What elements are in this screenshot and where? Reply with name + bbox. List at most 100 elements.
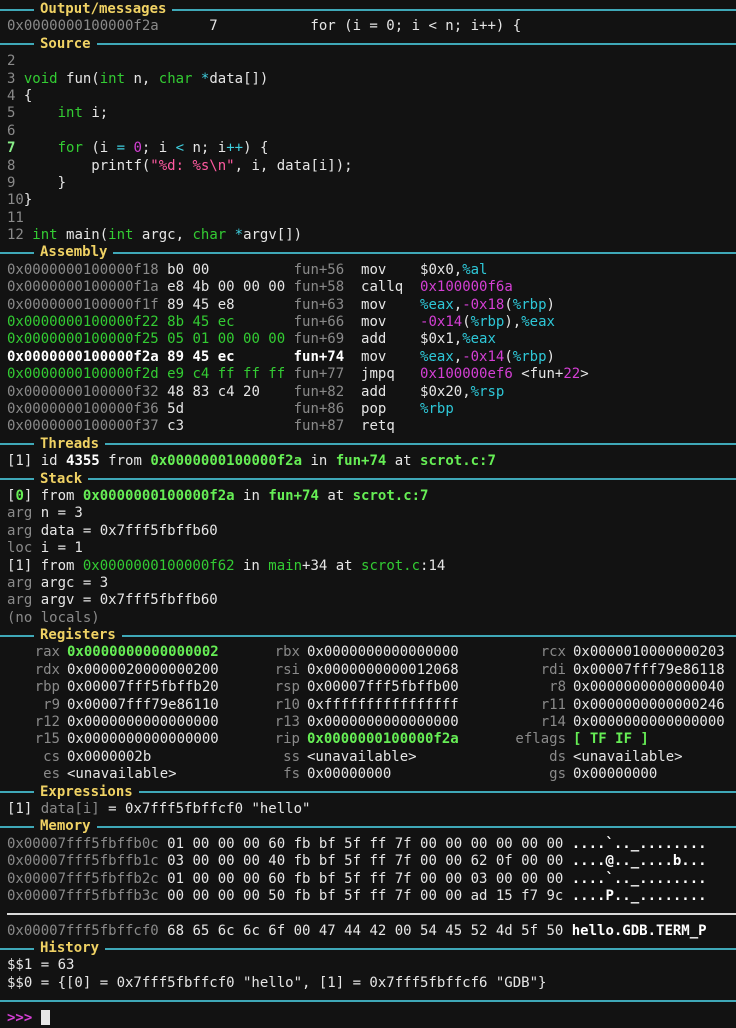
prompt-separator	[0, 992, 736, 1009]
asm-operand: $0x20,	[420, 383, 471, 400]
text-segment: data = 0x7fff5fbffb60	[40, 522, 218, 539]
source-line: 11	[0, 210, 736, 227]
code-token: }	[23, 192, 33, 209]
asm-operand: ,	[453, 296, 463, 313]
section-header-memory: Memory	[0, 818, 736, 835]
line-number: 2	[7, 53, 16, 70]
asm-bytes: 8b 45 ec	[167, 314, 294, 331]
code-token: char	[158, 70, 193, 87]
asm-location: fun+58	[293, 279, 362, 296]
text-segment: arg	[7, 522, 41, 539]
asm-operand: <fun+	[512, 366, 564, 383]
asm-operand: %rbp	[512, 348, 547, 365]
text-segment: i = 1	[40, 540, 83, 557]
asm-operand: )	[546, 348, 555, 365]
stack-pane: [0] from 0x0000000100000f2a in fun+74 at…	[0, 488, 736, 627]
memory-ascii: ....P.._........	[571, 887, 707, 904]
asm-operand: 0x100000f6a	[420, 279, 513, 296]
memory-hex: 01 00 00 00 60 fb bf 5f ff 7f 00 00 03 0…	[167, 870, 572, 887]
source-line: 8 printf("%d: %s\n", i, data[i]);	[0, 158, 736, 175]
assembly-row: 0x0000000100000f18 b0 00 fun+56 mov $0x0…	[0, 262, 736, 279]
code-token: n,	[125, 70, 159, 87]
text-segment: [1] from	[7, 557, 83, 574]
stack-line: (no locals)	[0, 610, 736, 627]
register-value: 0x0000000100000f2a	[307, 731, 459, 748]
history-text: $$0 = {[0] = 0x7fff5fbffcf0 "hello", [1]…	[7, 974, 547, 991]
memory-ascii: ....`.._........	[571, 870, 707, 887]
threads-pane: [1] id 4355 from 0x0000000100000f2a in f…	[0, 453, 736, 470]
asm-bytes: b0 00	[167, 261, 294, 278]
register-name: r14	[540, 714, 566, 731]
asm-opcode: pop	[361, 400, 421, 417]
register-value: 0x00007fff5fbffb00	[307, 679, 459, 696]
register-name: rdi	[540, 661, 566, 678]
text-segment: (no locals)	[7, 609, 100, 626]
register-value: 0x0000000000012068	[307, 661, 459, 678]
memory-row: 0x00007fff5fbffcf0 68 65 6c 6c 6f 00 47 …	[0, 923, 736, 940]
memory-row: 0x00007fff5fbffb0c 01 00 00 00 60 fb bf …	[0, 836, 736, 853]
register-name: eflags	[515, 731, 566, 748]
text-segment: 4355	[66, 453, 100, 470]
asm-operand: $0x1,	[420, 331, 463, 348]
output-text: 7 for (i = 0; i < n; i++) {	[158, 18, 522, 35]
assembly-row: 0x0000000100000f32 48 83 c4 20 fun+82 ad…	[0, 384, 736, 401]
asm-operand: %eax	[420, 348, 454, 365]
text-segment: in	[234, 487, 269, 504]
asm-location: fun+63	[293, 296, 362, 313]
code-token: int	[57, 105, 83, 122]
asm-operand: (	[504, 296, 513, 313]
code-token: ++	[226, 140, 244, 157]
section-header-assembly: Assembly	[0, 244, 736, 261]
memory-pane-2: 0x00007fff5fbffcf0 68 65 6c 6c 6f 00 47 …	[0, 923, 736, 940]
line-number: 11	[7, 209, 24, 226]
stack-line: arg data = 0x7fff5fbffb60	[0, 523, 736, 540]
section-header-stack: Stack	[0, 471, 736, 488]
text-segment: 0x0000000100000f2a	[150, 453, 303, 470]
code-token: "%d: %s\n"	[150, 157, 235, 174]
register-value: 0x0000000000000002	[67, 644, 219, 661]
expression-entry: [1] data[i] = 0x7fff5fbffcf0 "hello"	[0, 801, 736, 818]
asm-operand: %eax	[420, 296, 454, 313]
text-segment: :14	[420, 557, 446, 574]
text-segment: = 0x7fff5fbffcf0 "hello"	[99, 800, 311, 817]
asm-opcode: add	[361, 331, 421, 348]
asm-opcode: mov	[361, 348, 421, 365]
command-prompt[interactable]: >>>	[0, 1009, 736, 1027]
register-value: <unavailable>	[67, 766, 177, 783]
register-name: rax	[34, 644, 60, 661]
section-header-expressions: Expressions	[0, 784, 736, 801]
asm-address: 0x0000000100000f22	[7, 314, 168, 331]
asm-operand: %rbp	[512, 296, 547, 313]
asm-location: fun+66	[293, 314, 362, 331]
asm-address: 0x0000000100000f36	[7, 400, 168, 417]
code-token: {	[15, 87, 33, 104]
memory-hex: 01 00 00 00 60 fb bf 5f ff 7f 00 00 00 0…	[167, 835, 572, 852]
stack-line: arg argv = 0x7fff5fbffb60	[0, 592, 736, 609]
memory-ascii: hello.GDB.TERM_P	[571, 922, 707, 939]
asm-address: 0x0000000100000f37	[7, 418, 168, 435]
stack-line: loc i = 1	[0, 540, 736, 557]
code-token: void	[23, 70, 58, 87]
asm-opcode: callq	[361, 279, 421, 296]
text-segment: [1] id	[7, 453, 67, 470]
register-name: r9	[43, 696, 60, 713]
source-line: 7 for (i = 0; i < n; i++) {	[0, 140, 736, 157]
register-value: 0x00000000	[307, 766, 392, 783]
register-value: 0x0000000000000000	[573, 714, 725, 731]
asm-operand: 0x100000ef6	[420, 366, 513, 383]
asm-location: fun+86	[293, 400, 362, 417]
register-value: 0x00007fff79e86110	[67, 696, 219, 713]
memory-address: 0x00007fff5fbffb0c	[7, 835, 168, 852]
asm-location: fun+69	[293, 331, 362, 348]
asm-opcode: add	[361, 383, 421, 400]
output-address: 0x0000000100000f2a	[7, 18, 159, 35]
memory-hex: 00 00 00 00 50 fb bf 5f ff 7f 00 00 ad 1…	[167, 887, 572, 904]
register-name: ss	[283, 748, 300, 765]
text-segment: arg	[7, 592, 41, 609]
source-line: 12 int main(int argc, char *argv[])	[0, 227, 736, 244]
code-token: <	[175, 140, 185, 157]
text-cursor	[40, 1009, 50, 1025]
register-value: 0x00000000	[573, 766, 658, 783]
asm-address: 0x0000000100000f1f	[7, 296, 168, 313]
